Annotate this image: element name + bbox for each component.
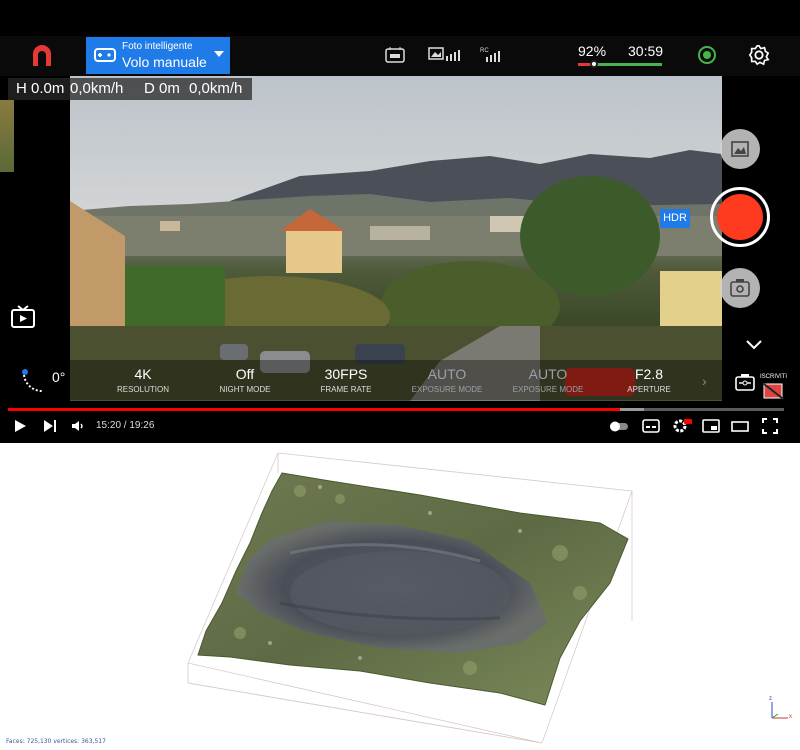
subscribe-label: ISCRIVITI	[760, 374, 788, 380]
gimbal-dial-icon	[22, 369, 43, 393]
3d-model-viewer[interactable]: Faces: 725,130 vertices: 363,517 z x	[0, 443, 800, 750]
gimbal-angle: 0°	[52, 369, 66, 385]
hdr-badge[interactable]: HDR	[660, 209, 690, 228]
image-transmission-signal-icon	[428, 47, 460, 61]
gallery-button[interactable]	[720, 129, 760, 169]
setting-label: RESOLUTION	[116, 385, 169, 394]
axis-gizmo: z x	[769, 696, 792, 720]
video-progress-bar[interactable]	[8, 408, 784, 411]
setting-exposure-mode-2[interactable]: AUTO EXPOSURE MODE	[498, 366, 598, 394]
setting-frame-rate[interactable]: 30FPS FRAME RATE	[296, 366, 396, 394]
setting-value: 30FPS	[324, 366, 368, 382]
chevron-down-icon[interactable]	[744, 337, 764, 351]
side-thumbnail-strip	[0, 100, 14, 172]
app-logo-icon	[33, 45, 51, 66]
setting-value: Off	[235, 366, 255, 382]
setting-resolution[interactable]: 4K RESOLUTION	[93, 366, 193, 394]
setting-value: AUTO	[528, 366, 568, 382]
mode-subtitle: Foto intelligente	[122, 41, 193, 52]
remaining-flight-time: 30:59	[628, 43, 664, 59]
setting-night-mode[interactable]: Off NIGHT MODE	[195, 366, 295, 394]
battery-percentage: 92%	[578, 43, 607, 59]
axis-z-label: z	[769, 696, 772, 702]
battery-marker	[590, 60, 598, 68]
setting-value: 4K	[134, 366, 152, 382]
setting-exposure-mode[interactable]: AUTO EXPOSURE MODE	[397, 366, 497, 394]
subtitles-icon[interactable]	[642, 418, 660, 434]
image-icon	[731, 141, 749, 157]
fullscreen-icon[interactable]	[762, 418, 778, 434]
svg-text:RC: RC	[480, 48, 489, 54]
axis-x-label: x	[789, 714, 792, 720]
height-readout: H 0.0m	[16, 80, 65, 97]
miniplayer-icon[interactable]	[702, 418, 720, 434]
mesh-stats: Faces: 725,130 vertices: 363,517	[6, 738, 106, 745]
distance-readout: D 0m	[144, 80, 180, 97]
setting-value: F2.8	[634, 366, 663, 382]
record-button[interactable]	[710, 187, 770, 247]
camera-switch-icon	[730, 279, 750, 297]
horizontal-speed: 0,0km/h	[70, 80, 124, 97]
gps-status-icon[interactable]	[698, 46, 716, 64]
camera-settings-icon[interactable]	[734, 372, 756, 392]
live-stream-icon[interactable]	[10, 305, 36, 329]
sd-card-icon	[385, 47, 405, 63]
gear-icon[interactable]	[748, 44, 770, 66]
distance-speed: 0,0km/h	[189, 80, 243, 97]
play-icon[interactable]	[12, 418, 28, 434]
setting-label: FRAME RATE	[320, 385, 372, 394]
camera-live-view	[70, 76, 722, 401]
autoplay-toggle-icon[interactable]	[608, 418, 630, 434]
video-player[interactable]: Foto intelligente Volo manuale RC 92% 30…	[0, 0, 800, 443]
landscape-scene	[70, 76, 722, 401]
camera-mode-button[interactable]	[720, 268, 760, 308]
setting-label: EXPOSURE MODE	[512, 385, 584, 394]
setting-label: EXPOSURE MODE	[411, 385, 483, 394]
played-bar	[8, 408, 621, 411]
chevron-right-icon[interactable]: ›	[702, 373, 707, 389]
mode-title: Volo manuale	[122, 54, 207, 70]
next-icon[interactable]	[42, 418, 58, 434]
volume-icon[interactable]	[70, 418, 86, 434]
flight-mode-selector[interactable]: Foto intelligente Volo manuale	[86, 37, 230, 74]
terrain-mesh	[187, 452, 633, 744]
camera-settings-bar: 4K RESOLUTION Off NIGHT MODE 30FPS FRAME…	[70, 360, 722, 400]
dropdown-caret-icon	[214, 51, 224, 57]
setting-label: NIGHT MODE	[219, 385, 271, 394]
subscribe-badge[interactable]: ISCRIVITI	[760, 374, 788, 400]
time-display: 15:20 / 19:26	[96, 420, 155, 431]
player-settings-icon[interactable]	[672, 418, 692, 434]
theater-mode-icon[interactable]	[731, 418, 749, 434]
remote-controller-signal-icon: RC	[480, 48, 500, 62]
telemetry-panel: H 0.0m 0,0km/h D 0m 0,0km/h	[8, 78, 252, 100]
gamepad-icon	[94, 48, 116, 62]
setting-value: AUTO	[427, 366, 467, 382]
setting-aperture[interactable]: F2.8 APERTURE	[599, 366, 699, 394]
setting-label: APERTURE	[627, 385, 671, 394]
